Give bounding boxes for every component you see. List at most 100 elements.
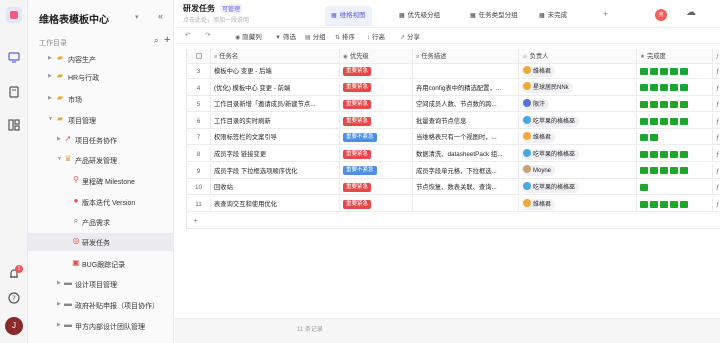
sidebar-item-rd[interactable]: ▼ ♛ 产品研发管理 — [28, 151, 173, 169]
row-number[interactable]: 10 — [187, 180, 211, 196]
description-cell[interactable]: 空间成员人数、节点数的跨... — [413, 97, 519, 113]
task-name-cell[interactable]: 权限标签栏的文案引导 — [211, 130, 340, 146]
task-name-cell[interactable]: 模板中心 变更 - 后端 — [211, 64, 340, 79]
chevron-right-icon[interactable]: ▶ — [48, 95, 52, 101]
tab-priority-group[interactable]: ▦ 优先级分组 — [393, 6, 446, 26]
filter-button[interactable]: ▼ 筛选 — [275, 31, 296, 41]
table-row[interactable]: 9 成员字段 下拉框选项顺序优化 重要不紧急 成员字段单元格，下拉框选... Moyne… — [187, 163, 720, 179]
sidebar-item-content[interactable]: ▶ ▰ 内容生产 — [28, 50, 173, 68]
priority-cell[interactable]: 重要紧急 — [340, 97, 413, 113]
collaborator-avatar[interactable]: 宛 — [655, 9, 667, 21]
row-height-button[interactable]: ↕ 行高 — [367, 31, 385, 41]
column-header-name[interactable]: ≡ 任务名 — [211, 49, 340, 64]
column-header-owner[interactable]: ☺ 负责人 — [519, 49, 637, 64]
book-icon[interactable] — [7, 85, 21, 99]
sidebar-item-milestone[interactable]: ⚲ 里程碑 Milestone — [28, 172, 173, 190]
table-row[interactable]: 6 工作目录的实时刷新 重要紧急 批量查询节点信息 吃苹果的格格巫 ƒ — [187, 113, 720, 129]
chevron-down-icon[interactable]: ▼ — [48, 116, 53, 122]
chevron-right-icon[interactable]: ▶ — [57, 301, 61, 307]
truncated-cell[interactable]: ƒ — [713, 130, 720, 145]
tab-unfinished[interactable]: ▦ 未完成 — [533, 6, 573, 26]
chevron-down-icon[interactable]: ▼ — [57, 156, 62, 162]
priority-cell[interactable]: 重要紧急 — [340, 113, 413, 129]
truncated-cell[interactable]: ƒ — [713, 97, 720, 112]
column-header-priority[interactable]: ◉ 优先级 — [340, 49, 413, 64]
sidebar-item-design-team[interactable]: ▶ ▬ 甲方内部设计团队管理 — [28, 317, 173, 335]
chevron-right-icon[interactable]: ▶ — [48, 55, 52, 61]
user-avatar[interactable]: J — [5, 317, 23, 335]
owner-cell[interactable]: 限汗 — [519, 97, 637, 113]
chevron-right-icon[interactable]: ▶ — [57, 136, 61, 142]
layout-icon[interactable] — [7, 118, 21, 132]
group-button[interactable]: ▤ 分组 — [305, 31, 326, 41]
progress-cell[interactable] — [637, 147, 713, 162]
row-number[interactable]: 6 — [187, 113, 211, 129]
row-number[interactable]: 3 — [187, 64, 211, 79]
datasheet-description[interactable]: 点击此处，添加一段说明 — [183, 15, 249, 24]
truncated-cell[interactable]: ƒ — [713, 64, 720, 79]
owner-cell[interactable]: 维格君 — [519, 130, 637, 146]
column-header-progress[interactable]: ★ 完成度 — [637, 49, 713, 64]
column-header-description[interactable]: ≡ 任务描述 — [413, 49, 519, 64]
progress-cell[interactable] — [637, 64, 713, 79]
task-name-cell[interactable]: 回收站 — [211, 180, 340, 196]
table-row[interactable]: 8 成员字段 链接变更 重要紧急 数据清洗、datasheetPack 组... 吃苹果… — [187, 147, 720, 162]
description-cell[interactable]: 数据清洗、datasheetPack 组... — [413, 147, 519, 162]
owner-cell[interactable]: 吃苹果的格格巫 — [519, 113, 637, 129]
priority-cell[interactable]: 重要不紧急 — [340, 130, 413, 146]
truncated-cell[interactable]: ƒ — [713, 81, 720, 96]
tab-type-group[interactable]: ▦ 任务类型分组 — [464, 6, 524, 26]
priority-cell[interactable]: 重要不紧急 — [340, 163, 413, 179]
task-name-cell[interactable]: 工作目录的实时刷新 — [211, 113, 340, 129]
table-row[interactable]: 5 工作目录新增「邀请成员/新建节点... 重要紧急 空间成员人数、节点数的跨... 限… — [187, 97, 720, 113]
sidebar-item-subsidy[interactable]: ▶ ▬ 政府补贴申报（项目协作） — [28, 296, 173, 314]
monitor-icon[interactable] — [7, 50, 21, 64]
add-view-icon[interactable]: + — [603, 9, 608, 19]
undo-icon[interactable]: ↶ — [185, 31, 190, 39]
sidebar-item-requirement[interactable]: ⌕ 产品需求 — [28, 213, 173, 231]
truncated-cell[interactable]: ƒ — [713, 180, 720, 195]
search-icon[interactable]: ⌕ — [154, 36, 158, 46]
owner-cell[interactable]: 星球居民NNk — [519, 80, 637, 96]
sidebar-item-version[interactable]: ● 版本迭代 Version — [28, 193, 173, 211]
description-cell[interactable]: 节点恢复、数表关联、查询... — [413, 180, 519, 196]
sidebar-item-market[interactable]: ▶ ▰ 市场 — [28, 90, 173, 108]
sidebar-item-project-task[interactable]: ▶ ➚ 项目任务协作 — [28, 131, 173, 149]
truncated-cell[interactable]: ƒ — [713, 147, 720, 162]
description-cell[interactable]: 弃用config表中的精选配置，... — [413, 80, 519, 96]
owner-cell[interactable]: Moyne — [519, 163, 637, 179]
datasheet-title[interactable]: 研发任务 — [183, 3, 215, 14]
description-cell[interactable]: 成员字段单元格，下拉框选... — [413, 163, 519, 179]
tab-grid-view[interactable]: ▦ 维格视图 — [325, 6, 372, 26]
table-row[interactable]: 7 权限标签栏的文案引导 重要不紧急 当维格表只有一个视图时，... 维格君 ƒ — [187, 130, 720, 146]
sidebar-item-rd-task[interactable]: ◎ 研发任务 — [28, 233, 173, 251]
row-number[interactable]: 8 — [187, 147, 211, 162]
priority-cell[interactable]: 重要紧急 — [340, 80, 413, 96]
task-name-cell[interactable]: 表查询交互和使用优化 — [211, 196, 340, 212]
select-all-checkbox[interactable] — [187, 49, 211, 64]
progress-cell[interactable] — [637, 97, 713, 113]
owner-cell[interactable]: 维格君 — [519, 196, 637, 212]
table-row[interactable]: 10 回收站 重要紧急 节点恢复、数表关联、查询... 吃苹果的格格巫 ƒ — [187, 180, 720, 196]
progress-cell[interactable] — [637, 130, 713, 146]
description-cell[interactable]: 当维格表只有一个视图时，... — [413, 130, 519, 146]
cloud-sync-icon[interactable]: ☁ — [686, 7, 696, 18]
chevron-right-icon[interactable]: ▶ — [57, 280, 61, 286]
priority-cell[interactable]: 重要紧急 — [340, 64, 413, 79]
row-number[interactable]: 11 — [187, 196, 211, 212]
add-record-icon[interactable]: + — [193, 216, 198, 225]
table-row[interactable]: 3 模板中心 变更 - 后端 重要紧急 维格君 ƒ — [187, 64, 720, 79]
sidebar-item-project[interactable]: ▼ ▰ 项目管理 — [28, 111, 173, 129]
task-name-cell[interactable]: 工作目录新增「邀请成员/新建节点... — [211, 97, 340, 113]
chevron-down-icon[interactable]: ▾ — [135, 13, 139, 21]
app-logo[interactable] — [6, 7, 22, 23]
truncated-cell[interactable]: ƒ — [713, 197, 720, 212]
owner-cell[interactable]: 维格君 — [519, 64, 637, 79]
add-record-row[interactable]: + — [187, 214, 720, 229]
truncated-cell[interactable]: ƒ — [713, 164, 720, 179]
description-cell[interactable] — [413, 64, 519, 79]
description-cell[interactable]: 批量查询节点信息 — [413, 113, 519, 129]
progress-cell[interactable] — [637, 163, 713, 179]
progress-cell[interactable] — [637, 196, 713, 212]
owner-cell[interactable]: 吃苹果的格格巫 — [519, 180, 637, 196]
